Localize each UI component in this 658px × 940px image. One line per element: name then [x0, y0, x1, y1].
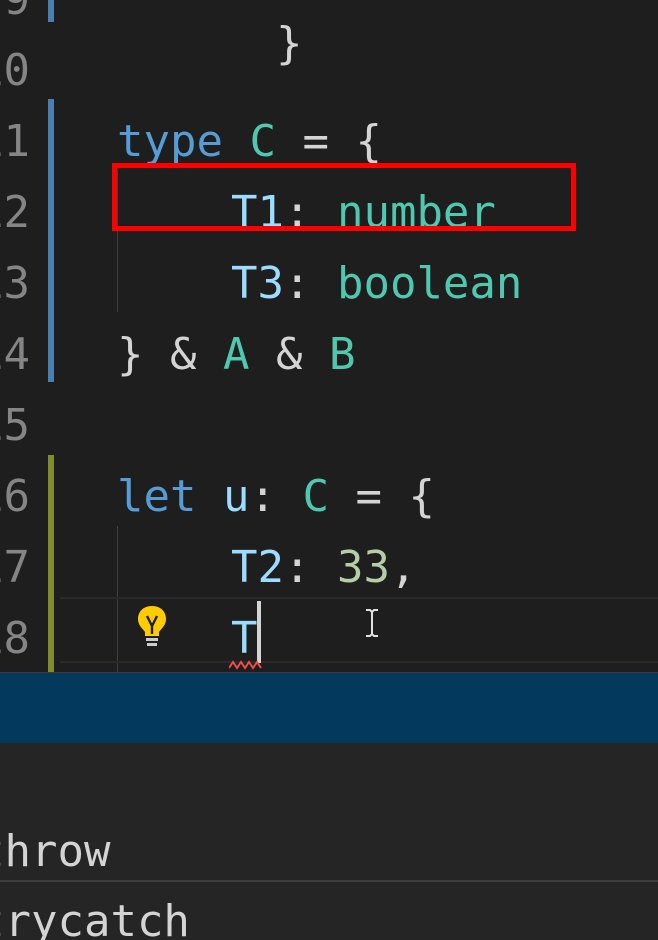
code-token: = { [328, 471, 435, 522]
error-squiggle [229, 660, 262, 670]
line-number: 16 [0, 471, 30, 522]
line-number: 9 [0, 0, 31, 22]
line-code: T3: boolean [231, 262, 522, 306]
line-code: } & A & B [117, 333, 355, 377]
code-token: , [389, 542, 417, 593]
code-token: } & [117, 329, 223, 380]
line-number: 13 [0, 258, 30, 309]
code-line[interactable]: 18 T [0, 603, 658, 672]
code-token: : [283, 258, 337, 309]
code-editor[interactable]: 9 } 10 11 type C = { 12 T1: number 13 T3… [0, 0, 658, 672]
line-number: 10 [0, 45, 30, 96]
code-token: T3 [231, 258, 284, 309]
suggestion-label: trycatch [0, 896, 190, 940]
code-token: T [231, 613, 258, 664]
line-number: 14 [0, 329, 30, 380]
line-number: 17 [0, 542, 30, 593]
line-number: 18 [0, 613, 30, 664]
suggestion-item-selected[interactable] [0, 673, 658, 743]
code-token: : [283, 542, 337, 593]
text-cursor [257, 601, 261, 663]
suggestion-item[interactable]: throw [0, 747, 658, 877]
code-token: 33 [336, 542, 390, 593]
code-token: boolean [336, 258, 523, 309]
code-line[interactable]: 10 [0, 35, 658, 106]
line-code: T [231, 617, 258, 661]
lightbulb-icon[interactable] [136, 604, 168, 650]
code-line[interactable]: 9 } [0, 0, 658, 66]
code-token: C [302, 471, 329, 522]
line-code: let u: C = { [117, 475, 435, 519]
code-token: B [328, 329, 356, 380]
code-line[interactable]: 16 let u: C = { [0, 461, 658, 532]
line-code: type C = { [117, 120, 382, 164]
code-line[interactable]: 13 T3: boolean [0, 248, 658, 319]
code-token: T2 [231, 542, 284, 593]
suggestion-widget[interactable]: throw trycatch [0, 672, 658, 940]
code-token: u [222, 471, 250, 522]
suggestion-item[interactable]: trycatch [0, 817, 658, 940]
code-line[interactable]: 17 T2: 33, [0, 532, 658, 603]
code-token: let [117, 471, 197, 522]
code-token: : [249, 471, 303, 522]
line-number: 11 [0, 116, 30, 167]
code-token: & [249, 329, 329, 380]
line-number: 12 [0, 187, 30, 238]
code-token: A [222, 329, 250, 380]
code-token: type [117, 116, 223, 167]
suggestion-divider [0, 880, 658, 882]
highlight-box [112, 163, 576, 231]
line-code: T2: 33, [231, 546, 416, 590]
code-line[interactable]: 14 } & A & B [0, 319, 658, 390]
code-line[interactable]: 15 [0, 390, 658, 461]
code-token: = { [275, 116, 382, 167]
ibeam-cursor-icon [366, 609, 378, 637]
code-token: C [249, 116, 276, 167]
line-number: 15 [0, 400, 30, 451]
